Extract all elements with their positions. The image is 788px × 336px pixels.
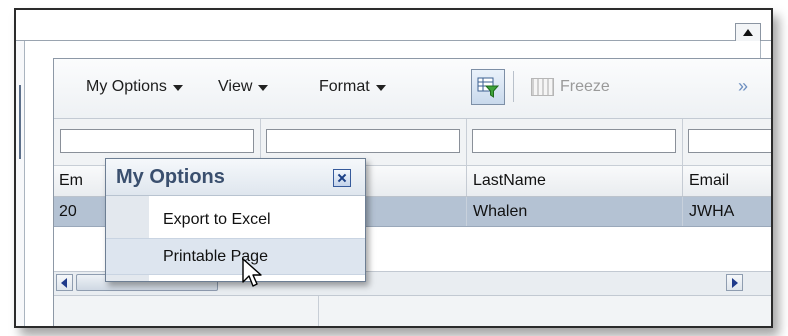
column-header-last-name[interactable]: LastName [466,166,682,196]
filter-input-first-name[interactable] [266,129,460,153]
toolbar-overflow-button[interactable]: » [738,76,748,97]
column-divider [682,119,683,165]
freeze-columns-icon [531,78,554,96]
column-divider [466,119,467,165]
my-options-popup: My Options Export to Excel Printable Pag… [105,158,366,282]
splitter-handle[interactable] [19,85,21,159]
query-by-example-button[interactable] [471,69,505,105]
filter-input-last-name[interactable] [472,129,676,153]
close-icon[interactable] [333,169,351,187]
cell-email: JWHA [682,197,771,226]
cell-last-name: Whalen [466,197,682,226]
scroll-up-button[interactable] [735,23,761,41]
arrow-cursor-icon [242,258,262,287]
popup-title: My Options [116,166,225,188]
caret-down-icon [172,85,183,91]
left-splitter[interactable] [16,41,25,326]
menu-item-export-to-excel[interactable]: Export to Excel [106,202,365,237]
scroll-left-button[interactable] [56,274,73,291]
column-header-email[interactable]: Email [682,166,771,196]
arrow-left-icon [61,278,67,288]
popup-header: My Options [106,159,365,196]
detach-filter-icon [477,77,499,98]
menu-item-printable-page[interactable]: Printable Page [106,238,365,275]
view-menu[interactable]: View [218,78,269,96]
format-menu[interactable]: Format [319,78,386,96]
table-toolbar: My Options View Format Freeze » [54,59,771,119]
filter-input-email[interactable] [688,129,771,153]
caret-down-icon [258,85,269,91]
table-footer [54,296,771,326]
caret-down-icon [375,85,386,91]
freeze-label: Freeze [560,78,610,95]
footer-divider [318,296,319,326]
format-label: Format [319,78,370,95]
my-options-menu[interactable]: My Options [86,78,183,96]
scroll-right-button[interactable] [726,274,743,291]
view-label: View [218,78,253,95]
toolbar-separator [513,71,514,102]
menu-item-label: Export to Excel [163,211,271,228]
triangle-up-icon [743,29,753,36]
window-frame: My Options View Format Freeze » Em LastN… [14,8,773,328]
my-options-label: My Options [86,78,167,95]
arrow-right-icon [732,278,738,288]
freeze-button[interactable]: Freeze [531,78,610,96]
panel-top-border [16,40,771,41]
filter-input-employee-id[interactable] [60,129,254,153]
